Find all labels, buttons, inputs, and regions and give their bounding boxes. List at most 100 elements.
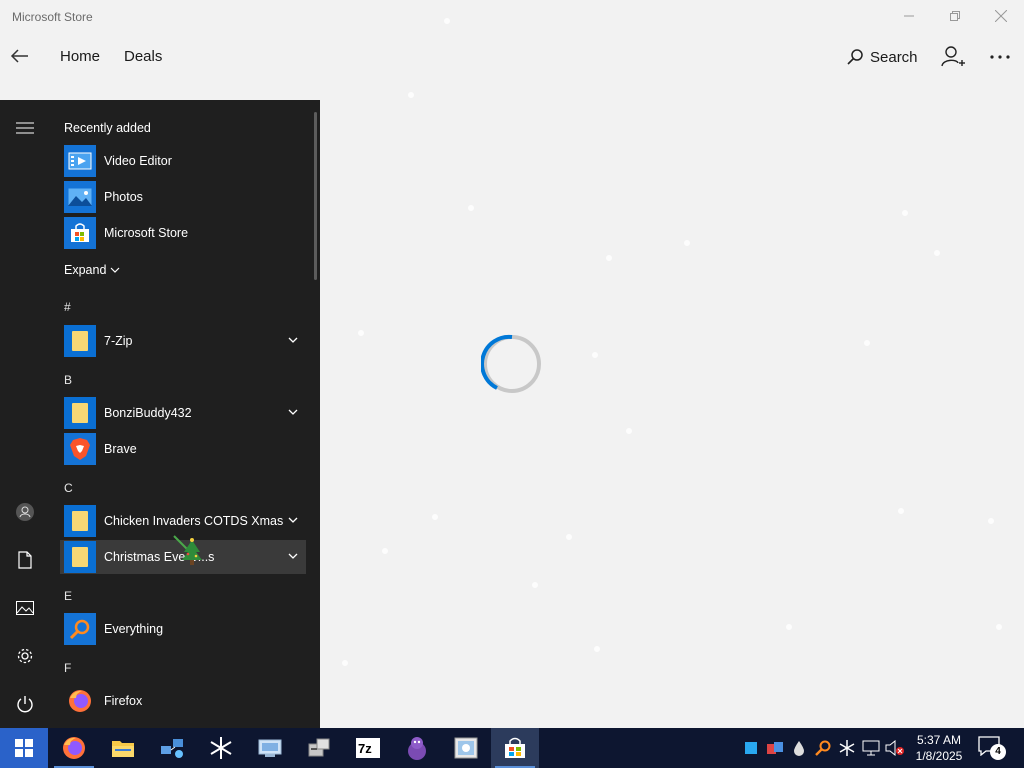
account-button[interactable] xyxy=(940,44,966,70)
tray-snowflake[interactable] xyxy=(835,728,859,768)
taskbar-7zip[interactable]: 7z xyxy=(344,728,392,768)
pictures-button[interactable] xyxy=(13,596,37,620)
taskbar-firefox[interactable] xyxy=(50,728,98,768)
settings-button[interactable] xyxy=(13,644,37,668)
section-header-e[interactable]: E xyxy=(64,589,72,603)
tray-search-everything[interactable] xyxy=(811,728,835,768)
photos-icon xyxy=(64,181,96,213)
snowflake-decoration xyxy=(606,255,612,261)
folder-icon xyxy=(64,505,96,537)
restore-icon xyxy=(950,11,960,21)
chevron-down-icon xyxy=(110,267,120,273)
tray-app-icon[interactable] xyxy=(763,728,787,768)
taskbar-snowflake-app[interactable] xyxy=(197,728,245,768)
documents-button[interactable] xyxy=(13,548,37,572)
app-bonzibuddy-folder[interactable]: BonziBuddy432 xyxy=(60,396,306,430)
app-label: Microsoft Store xyxy=(104,226,189,240)
app-microsoft-store[interactable]: Microsoft Store xyxy=(60,216,306,250)
app-everything[interactable]: Everything xyxy=(60,612,306,646)
chevron-down-icon[interactable] xyxy=(286,333,300,347)
snowflake-icon xyxy=(839,740,855,756)
expand-label: Expand xyxy=(64,263,107,277)
section-header-b[interactable]: B xyxy=(64,373,72,387)
taskbar-clock[interactable]: 5:37 AM 1/8/2025 xyxy=(908,732,970,764)
chevron-down-icon[interactable] xyxy=(286,549,300,563)
tray-droplet[interactable] xyxy=(787,728,811,768)
minimize-icon xyxy=(904,15,914,17)
minimize-button[interactable] xyxy=(886,0,932,32)
nav-deals[interactable]: Deals xyxy=(124,48,162,65)
close-button[interactable] xyxy=(978,0,1024,32)
firefox-icon xyxy=(63,737,85,759)
chevron-down-icon[interactable] xyxy=(286,513,300,527)
app-label: Chicken Invaders COTDS Xmas xyxy=(104,514,284,528)
everything-search-icon xyxy=(815,740,831,756)
snowflake-decoration xyxy=(382,548,388,554)
snowflake-decoration xyxy=(902,210,908,216)
nav-home[interactable]: Home xyxy=(60,48,100,65)
app-label: Brave xyxy=(104,442,137,456)
video-editor-icon xyxy=(64,145,96,177)
folder-icon xyxy=(64,541,96,573)
brave-icon xyxy=(64,433,96,465)
start-button[interactable] xyxy=(0,728,48,768)
store-navbar: Home Deals Search xyxy=(0,36,1024,80)
taskbar-bonzi[interactable] xyxy=(393,728,441,768)
power-button[interactable] xyxy=(13,692,37,716)
user-account-button[interactable] xyxy=(13,500,37,524)
snowflake-decoration xyxy=(592,352,598,358)
document-icon xyxy=(18,551,32,569)
snowflake-decoration xyxy=(566,534,572,540)
restore-button[interactable] xyxy=(932,0,978,32)
back-button[interactable] xyxy=(8,44,32,68)
taskbar-microsoft-store[interactable] xyxy=(491,728,539,768)
section-recently-added: Recently added xyxy=(64,121,151,135)
hamburger-button[interactable] xyxy=(13,116,37,140)
tray-blue-square[interactable] xyxy=(739,728,763,768)
windows-logo-icon xyxy=(15,739,33,757)
snowflake-decoration xyxy=(988,518,994,524)
loading-spinner xyxy=(480,333,543,395)
taskbar-file-explorer[interactable] xyxy=(99,728,147,768)
app-video-editor[interactable]: Video Editor xyxy=(60,144,306,178)
section-header-hash[interactable]: # xyxy=(64,300,71,314)
app-7zip-folder[interactable]: 7-Zip xyxy=(60,324,306,358)
svg-text:7z: 7z xyxy=(358,741,372,756)
store-icon xyxy=(505,737,525,758)
taskbar-installer[interactable] xyxy=(295,728,343,768)
installer-icon xyxy=(308,738,330,757)
taskbar-control-panel[interactable] xyxy=(246,728,294,768)
folder-icon xyxy=(64,397,96,429)
app-photos[interactable]: Photos xyxy=(60,180,306,214)
network-status-icon xyxy=(862,740,880,756)
tray-volume[interactable] xyxy=(883,728,907,768)
app-chicken-invaders-folder[interactable]: Chicken Invaders COTDS Xmas xyxy=(60,504,306,538)
section-header-c[interactable]: C xyxy=(64,481,73,495)
taskbar-network[interactable] xyxy=(148,728,196,768)
start-scrollbar[interactable] xyxy=(314,112,317,280)
snowflake-decoration xyxy=(934,250,940,256)
taskbar: 7z 5:37 AM 1/8/2025 4 xyxy=(0,728,1024,768)
blue-square-icon xyxy=(745,742,757,754)
action-center-button[interactable]: 4 xyxy=(978,736,1008,760)
expand-button[interactable]: Expand xyxy=(64,263,120,277)
bonzi-icon xyxy=(408,737,426,760)
taskbar-photo-viewer[interactable] xyxy=(442,728,490,768)
search-button[interactable]: Search xyxy=(846,45,918,69)
control-panel-icon xyxy=(258,739,282,757)
more-icon xyxy=(990,55,1010,59)
app-label: 7-Zip xyxy=(104,334,133,348)
volume-muted-icon xyxy=(885,740,904,756)
7zip-icon: 7z xyxy=(356,738,380,758)
add-account-icon xyxy=(941,46,965,67)
app-christmas-eve-folder[interactable]: Christmas Eve C...s xyxy=(60,535,306,574)
network-icon xyxy=(161,739,183,758)
chevron-down-icon[interactable] xyxy=(286,405,300,419)
tray-network[interactable] xyxy=(859,728,883,768)
section-header-f[interactable]: F xyxy=(64,661,71,675)
app-firefox[interactable]: Firefox xyxy=(60,684,306,718)
more-options-button[interactable] xyxy=(988,44,1012,70)
app-brave[interactable]: Brave xyxy=(60,432,306,466)
title-bar: Microsoft Store xyxy=(0,0,1024,34)
snowflake-decoration xyxy=(358,330,364,336)
